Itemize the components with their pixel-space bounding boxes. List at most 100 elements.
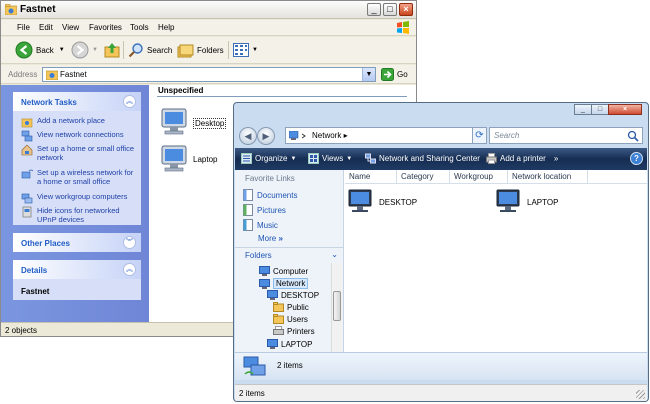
tree-item-printers[interactable]: Printers: [273, 326, 315, 336]
tree-item-network[interactable]: Network: [259, 278, 309, 289]
forward-button[interactable]: ▶: [257, 127, 275, 145]
organize-dropdown-icon: ▼: [290, 155, 297, 162]
tree-item-computer[interactable]: Computer: [259, 266, 308, 276]
menu-bar: File Edit View Favorites Tools Help: [1, 20, 416, 36]
more-links-button[interactable]: More »: [258, 234, 283, 243]
expand-chevron-icon[interactable]: ︾: [123, 236, 136, 249]
maximize-button[interactable]: □: [591, 104, 609, 115]
workgroup-computers-icon: [21, 193, 33, 204]
tree-item-laptop[interactable]: LAPTOP: [267, 339, 312, 349]
menu-edit[interactable]: Edit: [39, 23, 53, 32]
network-icon: [259, 278, 270, 289]
task-add-network-place[interactable]: Add a network place: [21, 116, 137, 128]
group-header: Unspecified: [158, 86, 204, 95]
task-view-workgroup-computers[interactable]: View workgroup computers: [21, 192, 137, 204]
menu-tools[interactable]: Tools: [130, 23, 149, 32]
details-panel: Details ︽ Fastnet: [13, 260, 141, 300]
back-button[interactable]: Back ▼: [15, 41, 65, 59]
column-network-location[interactable]: Network location: [508, 170, 588, 184]
refresh-button[interactable]: ⟳: [472, 127, 487, 144]
help-icon[interactable]: ?: [630, 152, 643, 165]
network-folder-icon: [5, 4, 17, 15]
folders-button[interactable]: Folders: [177, 41, 224, 59]
back-label: Back: [36, 45, 54, 55]
tree-item-users[interactable]: Users: [273, 314, 308, 324]
collapse-chevron-icon[interactable]: ︽: [123, 95, 136, 108]
search-icon: [128, 43, 143, 58]
computer-icon: [496, 189, 520, 212]
details-title: Details: [21, 266, 48, 275]
views-button[interactable]: Views ▼: [308, 153, 352, 164]
organize-button[interactable]: Organize ▼: [241, 153, 296, 164]
organize-label: Organize: [255, 154, 288, 163]
laptop-computer-item[interactable]: LAPTOP: [495, 189, 558, 215]
task-label: View network connections: [37, 130, 124, 139]
link-music[interactable]: Music: [243, 219, 278, 231]
desktop-computer-item[interactable]: Desktop: [159, 107, 227, 141]
address-dropdown-icon[interactable]: ▼: [362, 68, 375, 81]
views-button[interactable]: ▼: [233, 41, 258, 59]
minimize-button[interactable]: _: [574, 104, 592, 115]
menu-help[interactable]: Help: [158, 23, 174, 32]
close-button[interactable]: ×: [399, 3, 413, 16]
address-field[interactable]: Fastnet ▼: [42, 67, 376, 82]
command-bar: Organize ▼ Views ▼ Network and Sharing C…: [235, 148, 647, 170]
collapse-arrow-icon[interactable]: ⌄: [331, 250, 338, 259]
menu-file[interactable]: File: [17, 23, 30, 32]
search-box[interactable]: Search: [489, 127, 643, 144]
tree-scrollbar[interactable]: [331, 263, 342, 352]
xp-title-bar[interactable]: Fastnet _ □ ×: [1, 1, 416, 19]
forward-dropdown-icon[interactable]: ▼: [92, 47, 98, 53]
column-name[interactable]: Name: [345, 170, 397, 184]
scrollbar-thumb[interactable]: [333, 291, 341, 321]
views-dropdown-icon[interactable]: ▼: [252, 47, 258, 53]
back-dropdown-icon[interactable]: ▼: [59, 47, 65, 53]
back-button[interactable]: ◀: [239, 127, 257, 145]
status-bar: 2 items: [235, 384, 647, 401]
desktop-computer-item[interactable]: DESKTOP: [347, 189, 417, 215]
wireless-network-icon: [21, 169, 33, 179]
network-tasks-panel: Network Tasks ︽ Add a network place View…: [13, 92, 141, 225]
column-category[interactable]: Category: [397, 170, 450, 184]
task-setup-home-network[interactable]: Set up a home or small office network: [21, 144, 137, 162]
maximize-button[interactable]: □: [383, 3, 397, 16]
menu-view[interactable]: View: [62, 23, 79, 32]
organize-icon: [241, 153, 252, 164]
resize-grip[interactable]: [636, 390, 645, 399]
printer-icon: [273, 326, 284, 335]
more-commands-icon[interactable]: »: [554, 154, 558, 163]
tree-item-desktop[interactable]: DESKTOP: [267, 290, 319, 300]
go-button[interactable]: Go: [381, 68, 408, 81]
laptop-computer-item[interactable]: Laptop: [159, 144, 217, 178]
tree-item-public[interactable]: Public: [273, 302, 309, 312]
task-hide-upnp-icons[interactable]: Hide icons for networked UPnP devices: [21, 206, 137, 224]
up-button[interactable]: [103, 41, 121, 59]
network-icon: [46, 70, 58, 80]
pictures-icon: [243, 204, 253, 216]
computer-icon: [267, 339, 278, 349]
column-workgroup[interactable]: Workgroup: [450, 170, 508, 184]
close-button[interactable]: ×: [608, 104, 642, 115]
forward-button[interactable]: ▼: [71, 41, 98, 59]
menu-favorites[interactable]: Favorites: [89, 23, 122, 32]
network-sharing-center-button[interactable]: Network and Sharing Center: [365, 153, 480, 164]
network-tasks-header[interactable]: Network Tasks ︽: [13, 92, 141, 111]
details-header[interactable]: Details ︽: [13, 260, 141, 279]
task-setup-wireless-network[interactable]: Set up a wireless network for a home or …: [21, 168, 137, 186]
other-places-header[interactable]: Other Places ︾: [13, 233, 141, 252]
add-printer-button[interactable]: Add a printer »: [486, 153, 558, 164]
search-button[interactable]: Search: [128, 41, 172, 59]
explorer-body: Favorite Links Documents Pictures Music …: [235, 170, 647, 380]
link-documents[interactable]: Documents: [243, 189, 297, 201]
address-label: Address: [8, 70, 38, 79]
task-view-network-connections[interactable]: View network connections: [21, 130, 137, 142]
address-bar: Address Fastnet ▼ Go: [1, 65, 416, 84]
folders-header[interactable]: Folders ⌄: [235, 247, 343, 262]
address-bar[interactable]: Network ▸ ▼: [285, 127, 487, 144]
collapse-chevron-icon[interactable]: ︽: [123, 263, 136, 276]
details-pane: 2 items: [235, 352, 647, 380]
minimize-button[interactable]: _: [367, 3, 381, 16]
vista-explorer-window: _ □ × ◀ ▶ Network ▸ ▼ ⟳ Search Organize …: [233, 102, 649, 402]
link-pictures[interactable]: Pictures: [243, 204, 286, 216]
views-label: Views: [322, 154, 344, 163]
